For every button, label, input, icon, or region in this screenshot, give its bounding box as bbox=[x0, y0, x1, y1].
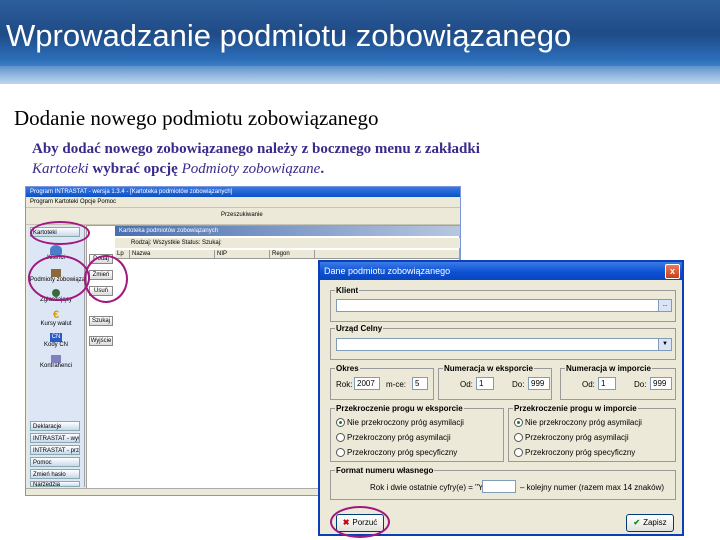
klient-input[interactable]: ... bbox=[336, 299, 672, 312]
euro-icon: € bbox=[52, 309, 60, 321]
slide-header: Wprowadzanie podmiotu zobowiązanego bbox=[0, 0, 720, 84]
eks-radio-nie[interactable]: Nie przekroczony próg asymilacji bbox=[336, 418, 464, 428]
slide-description: Aby dodać nowego zobowiązanego należy z … bbox=[32, 139, 632, 179]
col-nip[interactable]: NIP bbox=[215, 250, 270, 258]
urzad-select[interactable]: ▼ bbox=[336, 338, 672, 351]
col-nazwa[interactable]: Nazwa bbox=[130, 250, 215, 258]
imp-radio-asym[interactable]: Przekroczony próg asymilacji bbox=[514, 433, 629, 443]
desc-text-2: wybrać opcję bbox=[88, 161, 182, 177]
sidebar-label-euro: Kursy walut bbox=[40, 321, 72, 327]
sidebar-item-narzedzia[interactable]: Narzędzia bbox=[30, 481, 80, 487]
highlight-oval-add bbox=[84, 255, 128, 303]
format-label: Format numeru własnego bbox=[336, 466, 434, 475]
slide-title: Wprowadzanie podmiotu zobowiązanego bbox=[6, 18, 572, 53]
urzad-label: Urząd Celny bbox=[336, 324, 383, 333]
sidebar-item-euro[interactable]: € Kursy walut bbox=[30, 309, 82, 327]
prog-eksport-label: Przekroczenie progu w eksporcie bbox=[336, 404, 463, 413]
highlight-oval-porzuc bbox=[330, 506, 390, 538]
imp-od-input[interactable]: 1 bbox=[598, 377, 616, 390]
people-icon bbox=[50, 245, 62, 255]
save-button-label: Zapisz bbox=[643, 518, 667, 527]
desc-text-1: Aby dodać nowego zobowiązanego należy z … bbox=[32, 141, 480, 157]
klient-label: Klient bbox=[336, 286, 359, 295]
miesiac-label: m-ce: bbox=[386, 380, 406, 389]
radio-dot bbox=[514, 448, 523, 458]
app-toolbar: Przeszukiwanie bbox=[26, 208, 460, 225]
sidebar-label-kontrahenci: Kontrahenci bbox=[39, 363, 73, 369]
eks-od-label: Od: bbox=[460, 380, 473, 389]
radio-dot bbox=[514, 433, 523, 443]
chevron-down-icon[interactable]: ▼ bbox=[658, 339, 671, 350]
eks-radio-asym[interactable]: Przekroczony próg asymilacji bbox=[336, 433, 451, 443]
ellipsis-icon[interactable]: ... bbox=[658, 300, 671, 311]
sidebar-label-cn: Kody CN bbox=[43, 342, 68, 348]
prog-import-label: Przekroczenie progu w imporcie bbox=[514, 404, 637, 413]
okres-label: Okres bbox=[336, 364, 359, 373]
app-menubar[interactable]: Program Kartoteki Opcje Pomoc bbox=[26, 197, 460, 208]
miesiac-input[interactable]: 5 bbox=[412, 377, 428, 390]
panel-header: Kartoteka podmiotów zobowiązanych bbox=[115, 226, 460, 236]
panel-filter[interactable]: Rodzaj: Wszystkie Status: Szukaj: bbox=[115, 238, 460, 248]
import-label: Numeracja w imporcie bbox=[566, 364, 651, 373]
imp-radio-nie[interactable]: Nie przekroczony próg asymilacji bbox=[514, 418, 642, 428]
desc-text-end: . bbox=[320, 161, 325, 177]
header-band bbox=[0, 66, 720, 84]
highlight-oval-kartoteki bbox=[30, 221, 90, 245]
desc-italic-kartoteki: Kartoteki bbox=[32, 161, 89, 177]
close-icon[interactable]: x bbox=[665, 264, 680, 279]
dialog-window: Dane podmiotu zobowiązanego x Klient ...… bbox=[318, 260, 684, 536]
eks-radio-spec-label: Przekroczony próg specyficzny bbox=[347, 448, 458, 457]
imp-radio-spec[interactable]: Przekroczony próg specyficzny bbox=[514, 448, 636, 458]
radio-dot bbox=[514, 418, 523, 428]
sidebar-item-kontrahenci[interactable]: Kontrahenci bbox=[30, 355, 82, 369]
sidebar-item-intrastat-wyw[interactable]: INTRASTAT - wyw bbox=[30, 433, 80, 443]
app-titlebar: Program INTRASTAT - wersja 1.3.4 - [Kart… bbox=[26, 187, 460, 197]
checkmark-icon: ✔ bbox=[633, 518, 641, 527]
imp-od-label: Od: bbox=[582, 380, 595, 389]
rok-label: Rok: bbox=[336, 380, 353, 389]
rok-input[interactable]: 2007 bbox=[354, 377, 380, 390]
save-button[interactable]: ✔ Zapisz bbox=[626, 514, 674, 532]
format-text-left: Rok i dwie ostatnie cyfry(e) = "YY" – bbox=[370, 483, 499, 492]
dialog-title: Dane podmiotu zobowiązanego bbox=[324, 266, 451, 276]
highlight-oval-podmioty bbox=[28, 255, 90, 301]
eks-radio-spec[interactable]: Przekroczony próg specyficzny bbox=[336, 448, 458, 458]
sidebar-item-cn[interactable]: CN Kody CN bbox=[30, 333, 82, 348]
col-regon[interactable]: Regon bbox=[270, 250, 315, 258]
dialog-titlebar: Dane podmiotu zobowiązanego x bbox=[320, 262, 682, 280]
imp-radio-asym-label: Przekroczony próg asymilacji bbox=[525, 433, 629, 442]
desc-italic-podmioty: Podmioty zobowiązane bbox=[181, 161, 321, 177]
format-text-right: – kolejny numer (razem max 14 znaków) bbox=[520, 483, 665, 492]
eks-radio-asym-label: Przekroczony próg asymilacji bbox=[347, 433, 451, 442]
radio-dot bbox=[336, 418, 345, 428]
imp-do-input[interactable]: 999 bbox=[650, 377, 672, 390]
eksport-label: Numeracja w eksporcie bbox=[444, 364, 533, 373]
contacts-icon bbox=[51, 355, 61, 363]
panel-columns: Lp Nazwa NIP Regon bbox=[115, 250, 459, 259]
panel-search-button[interactable]: Szukaj bbox=[89, 316, 113, 326]
toolbar-label: Przeszukiwanie bbox=[221, 212, 263, 218]
eks-do-input[interactable]: 999 bbox=[528, 377, 550, 390]
imp-radio-nie-label: Nie przekroczony próg asymilacji bbox=[525, 418, 642, 427]
sidebar-item-deklaracje[interactable]: Deklaracje bbox=[30, 421, 80, 431]
cn-icon: CN bbox=[50, 333, 62, 342]
radio-dot bbox=[336, 433, 345, 443]
imp-do-label: Do: bbox=[634, 380, 647, 389]
eks-od-input[interactable]: 1 bbox=[476, 377, 494, 390]
eks-radio-nie-label: Nie przekroczony próg asymilacji bbox=[347, 418, 464, 427]
sidebar-item-zmien-haslo[interactable]: Zmień hasło bbox=[30, 469, 80, 479]
sidebar-item-intrastat-przyw[interactable]: INTRASTAT - przyw bbox=[30, 445, 80, 455]
eks-do-label: Do: bbox=[512, 380, 525, 389]
slide-subtitle: Dodanie nowego podmiotu zobowiązanego bbox=[14, 106, 379, 130]
radio-dot bbox=[336, 448, 345, 458]
col-lp[interactable]: Lp bbox=[115, 250, 130, 258]
panel-exit-button[interactable]: Wyjście bbox=[89, 336, 113, 346]
imp-radio-spec-label: Przekroczony próg specyficzny bbox=[525, 448, 636, 457]
format-input[interactable] bbox=[482, 480, 516, 493]
sidebar-item-pomoc[interactable]: Pomoc bbox=[30, 457, 80, 467]
